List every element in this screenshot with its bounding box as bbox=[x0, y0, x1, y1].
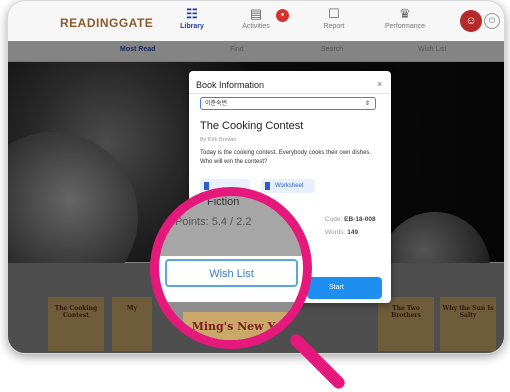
report-icon: ☐ bbox=[328, 6, 340, 21]
app-logo[interactable]: READINGGATE bbox=[60, 16, 153, 30]
notification-badge: ● bbox=[276, 9, 289, 22]
nav-performance[interactable]: ♛ Performance bbox=[375, 6, 435, 31]
start-button[interactable]: Start bbox=[307, 277, 382, 299]
nav-label: Performance bbox=[384, 23, 426, 30]
library-icon: ☷ bbox=[186, 6, 198, 21]
student-select[interactable]: 이준숙번 ⇕ bbox=[200, 97, 376, 110]
book-author: By Kirk Brewer bbox=[200, 137, 237, 143]
lens-genre: Fiction bbox=[207, 196, 240, 208]
divider bbox=[189, 93, 391, 94]
close-icon[interactable]: × bbox=[377, 79, 382, 89]
logout-icon[interactable]: ⏻ bbox=[484, 13, 500, 29]
nav-label: Library bbox=[180, 23, 204, 30]
nav-library[interactable]: ☷ Library bbox=[162, 6, 222, 31]
book-cover[interactable]: Ming's New Year bbox=[183, 312, 303, 340]
lens-points: Points: 5.4 / 2.2 bbox=[175, 216, 252, 228]
wish-list-button[interactable]: Wish List bbox=[165, 259, 298, 287]
nav-report[interactable]: ☐ Report bbox=[304, 6, 364, 31]
bookmark-icon bbox=[265, 182, 270, 190]
worksheet-label: Worksheet bbox=[275, 183, 304, 189]
crown-icon: ♛ bbox=[399, 6, 411, 21]
book-code: Code: EB-18-008 bbox=[325, 216, 376, 223]
book-title: The Cooking Contest bbox=[200, 120, 304, 132]
bookmark-icon bbox=[204, 182, 209, 190]
modal-title: Book Information bbox=[196, 80, 265, 90]
book-words: Words: 149 bbox=[325, 229, 359, 236]
book-description: Today is the cooking contest. Everybody … bbox=[200, 150, 372, 165]
nav-label: Activities bbox=[242, 23, 270, 30]
magnifier-lens: Fiction Points: 5.4 / 2.2 Pas Wish List … bbox=[150, 187, 312, 349]
chevron-updown-icon: ⇕ bbox=[364, 101, 370, 107]
select-value: 이준숙번 bbox=[205, 101, 228, 107]
worksheet-button[interactable]: Worksheet bbox=[261, 179, 315, 193]
avatar[interactable]: ☺ bbox=[460, 10, 482, 32]
top-navigation-bar: READINGGATE ☷ Library ▤ Activities ● ☐ R… bbox=[8, 1, 504, 41]
nav-label: Report bbox=[323, 23, 345, 30]
